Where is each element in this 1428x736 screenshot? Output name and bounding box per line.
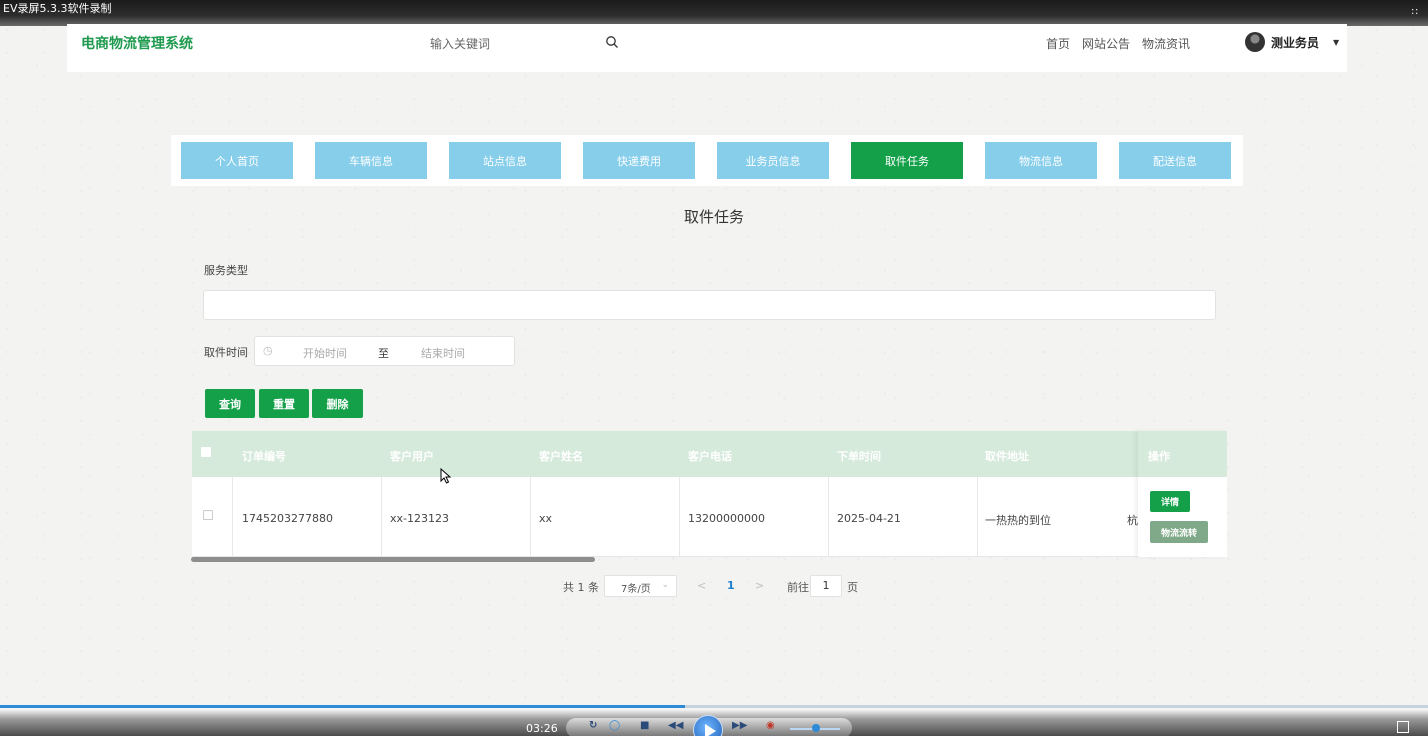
tab-logistics-info[interactable]: 物流信息 <box>985 142 1097 179</box>
col-operation: 操作 <box>1148 450 1170 463</box>
recorder-title-bar: EV录屏5.3.3软件录制 ∷ <box>0 0 1428 26</box>
next-page-icon[interactable]: > <box>755 579 764 592</box>
goto-page-input[interactable]: 1 <box>810 575 842 597</box>
logistics-flow-button[interactable]: 物流流转 <box>1150 521 1208 543</box>
cell-divider <box>828 477 829 557</box>
user-menu[interactable]: 测业务员 ▼ <box>1245 32 1339 52</box>
recorder-title: EV录屏5.3.3软件录制 <box>3 2 112 15</box>
nav-announcement[interactable]: 网站公告 <box>1082 35 1130 52</box>
clock-icon: ◷ <box>263 344 273 357</box>
grip-icon[interactable]: ∷ <box>1412 4 1418 22</box>
current-page-number[interactable]: 1 <box>727 579 735 592</box>
top-nav: 首页 网站公告 物流资讯 <box>1046 35 1190 52</box>
tab-personal-home[interactable]: 个人首页 <box>181 142 293 179</box>
tab-station-info[interactable]: 站点信息 <box>449 142 561 179</box>
player-control-bar: 03:26 ↻ ◯ ■ ◀◀ ▶▶ ◉ <box>0 710 1428 736</box>
module-tabs: 个人首页 车辆信息 站点信息 快递费用 业务员信息 取件任务 物流信息 配送信息 <box>171 135 1243 186</box>
service-type-label: 服务类型 <box>204 264 248 277</box>
nav-logistics-news[interactable]: 物流资讯 <box>1142 35 1190 52</box>
goto-label: 前往 <box>787 581 809 594</box>
reset-button[interactable]: 重置 <box>259 389 309 418</box>
prev-page-icon[interactable]: < <box>697 579 706 592</box>
range-separator: 至 <box>378 347 389 360</box>
table-row[interactable]: 1745203277880 xx-123123 xx 13200000000 2… <box>192 477 1227 557</box>
cell-pickup-address: 一热热的到位 <box>985 514 1051 527</box>
pickup-task-table: 订单编号 客户用户 客户姓名 客户电话 下单时间 取件地址 1745203277… <box>192 431 1227 557</box>
stop-icon[interactable]: ■ <box>640 720 649 731</box>
cell-divider <box>679 477 680 557</box>
cell-divider <box>977 477 978 557</box>
table-horizontal-scrollbar[interactable] <box>191 557 595 562</box>
col-order-no[interactable]: 订单编号 <box>242 448 286 464</box>
col-order-time[interactable]: 下单时间 <box>837 448 881 464</box>
operation-header: 操作 <box>1138 431 1227 477</box>
cell-divider <box>530 477 531 557</box>
cell-customer-name: xx <box>539 512 553 525</box>
playback-time: 03:26 <box>526 722 558 735</box>
query-button[interactable]: 查询 <box>205 389 255 418</box>
col-customer-name[interactable]: 客户姓名 <box>539 448 583 464</box>
site-header: 电商物流管理系统 输入关键词 首页 网站公告 物流资讯 测业务员 ▼ <box>67 24 1347 72</box>
user-name[interactable]: 测业务员 <box>1271 34 1319 51</box>
mouse-cursor-icon <box>440 468 452 484</box>
site-logo[interactable]: 电商物流管理系统 <box>81 33 193 53</box>
rewind-icon[interactable]: ◀◀ <box>668 720 683 731</box>
tab-express-fee[interactable]: 快递费用 <box>583 142 695 179</box>
pickup-time-range[interactable]: ◷ 开始时间 至 结束时间 <box>254 336 515 366</box>
start-time-input[interactable]: 开始时间 <box>303 345 347 361</box>
table-header: 订单编号 客户用户 客户姓名 客户电话 下单时间 取件地址 <box>192 431 1227 477</box>
cell-divider <box>381 477 382 557</box>
chevron-down-icon: ⌄ <box>661 580 669 590</box>
volume-knob[interactable] <box>812 724 820 732</box>
end-time-input[interactable]: 结束时间 <box>421 345 465 361</box>
pickup-time-label: 取件时间 <box>204 346 248 359</box>
detail-button[interactable]: 详情 <box>1150 491 1190 512</box>
caret-down-icon[interactable]: ▼ <box>1333 38 1339 47</box>
recording-progress-fill <box>0 705 686 708</box>
col-customer-user[interactable]: 客户用户 <box>390 448 434 464</box>
fast-forward-icon[interactable]: ▶▶ <box>732 720 747 731</box>
operation-column: 操作 详情 物流流转 <box>1138 431 1227 557</box>
cell-order-no: 1745203277880 <box>242 512 333 525</box>
cell-order-time: 2025-04-21 <box>837 512 901 525</box>
service-type-input[interactable] <box>203 290 1216 320</box>
row-checkbox[interactable] <box>203 510 213 520</box>
col-customer-phone[interactable]: 客户电话 <box>688 448 732 464</box>
select-all-checkbox[interactable] <box>201 447 211 457</box>
loop-icon[interactable]: ◯ <box>609 720 620 731</box>
cell-customer-user: xx-123123 <box>390 512 449 525</box>
shuffle-icon[interactable]: ↻ <box>589 720 597 731</box>
avatar[interactable] <box>1245 32 1265 52</box>
page-unit-label: 页 <box>847 581 858 594</box>
fullscreen-icon[interactable] <box>1397 721 1409 733</box>
page-title: 取件任务 <box>683 208 744 226</box>
tab-vehicle-info[interactable]: 车辆信息 <box>315 142 427 179</box>
mute-icon[interactable]: ◉ <box>766 720 775 731</box>
tab-salesman-info[interactable]: 业务员信息 <box>717 142 829 179</box>
search-icon[interactable] <box>605 35 619 49</box>
tab-pickup-task[interactable]: 取件任务 <box>851 142 963 179</box>
search-input[interactable]: 输入关键词 <box>430 35 490 52</box>
page-background <box>0 0 1428 736</box>
nav-home[interactable]: 首页 <box>1046 35 1070 52</box>
delete-button[interactable]: 删除 <box>312 389 363 418</box>
cell-overflow-text: 杭 <box>1127 514 1138 527</box>
page-size-value: 7条/页 <box>621 584 651 595</box>
page-size-select[interactable]: 7条/页 ⌄ <box>604 575 677 597</box>
cell-divider <box>232 477 233 557</box>
cell-customer-phone: 13200000000 <box>688 512 765 525</box>
recording-progress-bar[interactable] <box>0 705 1428 708</box>
col-pickup-address[interactable]: 取件地址 <box>985 448 1029 464</box>
pagination-total: 共 1 条 <box>563 581 599 594</box>
tab-delivery-info[interactable]: 配送信息 <box>1119 142 1231 179</box>
